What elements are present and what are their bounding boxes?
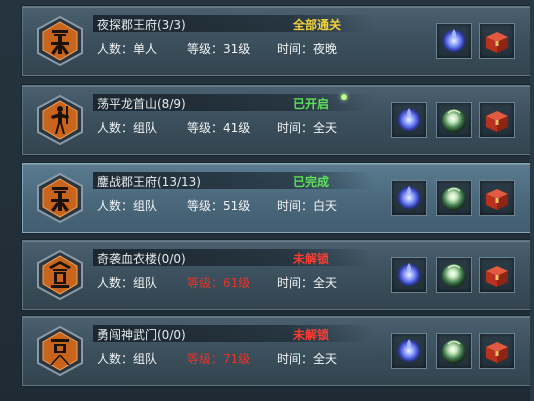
dungeon-emblem-icon (35, 249, 85, 301)
dungeon-status: 未解锁 (293, 252, 330, 266)
red-chest-icon[interactable] (479, 23, 515, 59)
dungeon-row-0[interactable]: 夜探郡王府(3/3) 全部通关 人数：单人 等级：31级 时间：夜晚 (22, 6, 532, 76)
sparkle-icon (341, 94, 347, 100)
dungeon-people: 人数：组队 (97, 276, 158, 290)
dungeon-time: 时间：全天 (277, 276, 338, 290)
red-chest-icon[interactable] (479, 102, 515, 138)
dungeon-status: 已完成 (293, 175, 330, 189)
blue-orb-icon[interactable] (391, 180, 427, 216)
dungeon-title: 荡平龙首山(8/9) (97, 97, 186, 111)
dungeon-time: 时间：白天 (277, 199, 338, 213)
dungeon-emblem-icon (35, 94, 85, 146)
red-chest-icon[interactable] (479, 257, 515, 293)
dungeon-time: 时间：全天 (277, 121, 338, 135)
dungeon-emblem-icon (35, 325, 85, 377)
green-orb-icon[interactable] (436, 257, 472, 293)
dungeon-level: 等级：31级 (187, 42, 251, 56)
blue-orb-icon[interactable] (436, 23, 472, 59)
dungeon-title: 鏖战郡王府(13/13) (97, 175, 201, 189)
dungeon-level: 等级：51级 (187, 199, 251, 213)
dungeon-status: 已开启 (293, 97, 330, 111)
dungeon-emblem-icon (35, 172, 85, 224)
dungeon-emblem-icon (35, 15, 85, 67)
dungeon-list-panel: 夜探郡王府(3/3) 全部通关 人数：单人 等级：31级 时间：夜晚 荡平龙首山… (0, 0, 534, 401)
dungeon-time: 时间：夜晚 (277, 42, 338, 56)
red-chest-icon[interactable] (479, 333, 515, 369)
scrollbar-track[interactable] (530, 0, 534, 401)
dungeon-level: 等级：71级 (187, 352, 251, 366)
dungeon-level: 等级：61级 (187, 276, 251, 290)
dungeon-people: 人数：单人 (97, 42, 158, 56)
dungeon-level: 等级：41级 (187, 121, 251, 135)
dungeon-row-3[interactable]: 奇袭血衣楼(0/0) 未解锁 人数：组队 等级：61级 时间：全天 (22, 240, 532, 310)
dungeon-people: 人数：组队 (97, 352, 158, 366)
dungeon-row-4[interactable]: 勇闯神武门(0/0) 未解锁 人数：组队 等级：71级 时间：全天 (22, 316, 532, 386)
dungeon-status: 全部通关 (293, 18, 342, 32)
green-orb-icon[interactable] (436, 102, 472, 138)
dungeon-title: 夜探郡王府(3/3) (97, 18, 186, 32)
dungeon-row-2[interactable]: 鏖战郡王府(13/13) 已完成 人数：组队 等级：51级 时间：白天 (22, 163, 532, 233)
dungeon-title: 勇闯神武门(0/0) (97, 328, 186, 342)
red-chest-icon[interactable] (479, 180, 515, 216)
dungeon-row-1[interactable]: 荡平龙首山(8/9) 已开启 人数：组队 等级：41级 时间：全天 (22, 85, 532, 155)
dungeon-people: 人数：组队 (97, 199, 158, 213)
dungeon-time: 时间：全天 (277, 352, 338, 366)
blue-orb-icon[interactable] (391, 102, 427, 138)
blue-orb-icon[interactable] (391, 333, 427, 369)
dungeon-people: 人数：组队 (97, 121, 158, 135)
dungeon-title: 奇袭血衣楼(0/0) (97, 252, 186, 266)
blue-orb-icon[interactable] (391, 257, 427, 293)
green-orb-icon[interactable] (436, 180, 472, 216)
dungeon-status: 未解锁 (293, 328, 330, 342)
green-orb-icon[interactable] (436, 333, 472, 369)
